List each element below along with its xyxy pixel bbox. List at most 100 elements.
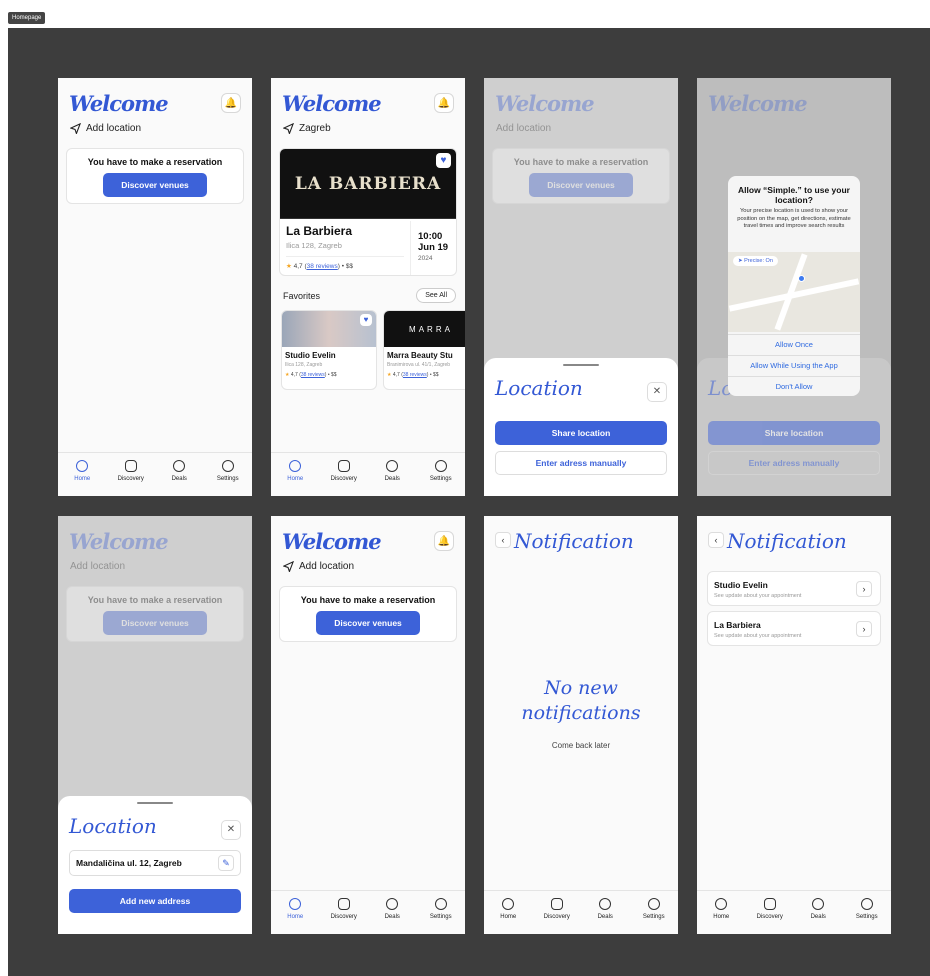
precise-toggle[interactable]: ➤ Precise: On xyxy=(733,256,778,266)
screen-notifications-list: ‹ Notification Studio Evelin See update … xyxy=(697,516,891,934)
discount-icon xyxy=(173,460,186,472)
navigation-arrow-icon xyxy=(70,123,81,134)
discount-icon xyxy=(386,460,399,472)
location-label: Add location xyxy=(299,561,355,572)
tab-deals[interactable]: Deals xyxy=(794,891,843,934)
notification-item[interactable]: La Barbiera See update about your appoin… xyxy=(707,611,881,646)
back-icon[interactable]: ‹ xyxy=(708,532,724,548)
edit-icon[interactable]: ✎ xyxy=(218,855,234,871)
location-selector[interactable]: Add location xyxy=(283,561,354,572)
allow-once-button[interactable]: Allow Once xyxy=(728,334,860,354)
tab-deals[interactable]: Deals xyxy=(368,453,417,496)
store-icon xyxy=(124,460,137,472)
reservation-card: You have to make a reservation Discover … xyxy=(66,148,244,204)
empty-state-title: No new notifications xyxy=(521,677,641,724)
see-all-button[interactable]: See All xyxy=(416,288,456,303)
sheet-handle[interactable] xyxy=(563,364,599,366)
tab-discovery[interactable]: Discovery xyxy=(746,891,795,934)
chevron-right-icon[interactable]: › xyxy=(856,621,872,637)
reviews-link[interactable]: 38 reviews xyxy=(307,263,338,270)
price-level: • $$ xyxy=(341,263,354,270)
tab-home[interactable]: Home xyxy=(697,891,746,934)
bell-icon[interactable]: 🔔 xyxy=(434,531,454,551)
tab-home[interactable]: Home xyxy=(58,453,107,496)
reservation-text: You have to make a reservation xyxy=(87,157,223,167)
home-icon xyxy=(289,898,302,910)
bell-icon[interactable]: 🔔 xyxy=(434,93,454,113)
enter-address-button[interactable]: Enter adress manually xyxy=(495,451,667,475)
bell-icon[interactable]: 🔔 xyxy=(221,93,241,113)
empty-state-subtitle: Come back later xyxy=(551,741,611,750)
booking-card[interactable]: LA BARBIERA ♥ La Barbiera Ilica 128, Zag… xyxy=(279,148,457,276)
discount-icon xyxy=(812,898,825,910)
close-icon[interactable]: ✕ xyxy=(647,382,667,402)
tab-deals[interactable]: Deals xyxy=(368,891,417,934)
rating-value: 4,7 xyxy=(293,263,303,270)
discover-venues-button[interactable]: Discover venues xyxy=(316,611,420,635)
venue-logo: MARRA xyxy=(409,324,453,334)
favorite-card[interactable]: MARRA Marra Beauty Stu Branimirova ul. 4… xyxy=(383,310,465,390)
sheet-handle[interactable] xyxy=(137,802,173,804)
dont-allow-button[interactable]: Don't Allow xyxy=(728,376,860,396)
tab-label: Settings xyxy=(429,914,452,920)
enter-address-button: Enter adress manually xyxy=(708,451,880,475)
tab-settings[interactable]: Settings xyxy=(843,891,892,934)
heart-icon[interactable]: ♥ xyxy=(436,153,451,168)
chevron-right-icon[interactable]: › xyxy=(856,581,872,597)
tab-home[interactable]: Home xyxy=(271,453,320,496)
back-icon[interactable]: ‹ xyxy=(495,532,511,548)
notification-item[interactable]: Studio Evelin See update about your appo… xyxy=(707,571,881,606)
saved-address-field[interactable]: Mandaličina ul. 12, Zagreb ✎ xyxy=(69,850,241,876)
tab-deals[interactable]: Deals xyxy=(155,453,204,496)
tab-settings[interactable]: Settings xyxy=(204,453,253,496)
tab-home[interactable]: Home xyxy=(484,891,533,934)
tab-label: Home xyxy=(74,476,91,482)
add-new-address-button[interactable]: Add new address xyxy=(69,889,241,913)
tab-discovery[interactable]: Discovery xyxy=(320,453,369,496)
tab-bar: Home Discovery Deals Settings xyxy=(271,890,465,934)
store-icon xyxy=(337,460,350,472)
favorite-name: Studio Evelin xyxy=(285,351,336,360)
tab-settings[interactable]: Settings xyxy=(630,891,679,934)
tab-bar: Home Discovery Deals Settings xyxy=(58,452,252,496)
tab-bar: Home Discovery Deals Settings xyxy=(484,890,678,934)
discover-venues-button[interactable]: Discover venues xyxy=(103,173,207,197)
favorites-title: Favorites xyxy=(283,291,321,301)
favorite-card[interactable]: ♥ Studio Evelin Ilica 128, Zagreb ★ 4,7 … xyxy=(281,310,377,390)
favorite-address: Ilica 128, Zagreb xyxy=(285,362,323,368)
location-map: ➤ Precise: On xyxy=(728,252,860,332)
arrow-icon: ➤ xyxy=(738,258,743,264)
discount-icon xyxy=(599,898,612,910)
heart-icon[interactable]: ♥ xyxy=(360,314,372,326)
discount-icon xyxy=(386,898,399,910)
screen-saved-address: Welcome Add location You have to make a … xyxy=(58,516,252,934)
booking-date: Jun 19 xyxy=(418,242,449,253)
tab-label: Settings xyxy=(429,476,452,482)
share-location-button[interactable]: Share location xyxy=(495,421,667,445)
tab-label: Settings xyxy=(642,914,665,920)
notification-subtitle: See update about your appointment xyxy=(714,593,802,599)
welcome-title: Welcome xyxy=(495,91,595,116)
gear-icon xyxy=(860,898,873,910)
favorite-address: Branimirova ul. 41/1, Zagreb xyxy=(387,362,451,368)
notification-name: La Barbiera xyxy=(714,620,761,630)
location-selector[interactable]: Zagreb xyxy=(283,123,331,134)
permission-dialog: Allow “Simple.” to use your location? Yo… xyxy=(728,176,860,396)
close-icon[interactable]: ✕ xyxy=(221,820,241,840)
tab-discovery[interactable]: Discovery xyxy=(107,453,156,496)
star-icon: ★ xyxy=(286,263,292,270)
tab-discovery[interactable]: Discovery xyxy=(533,891,582,934)
location-selector[interactable]: Add location xyxy=(70,123,141,134)
tab-discovery[interactable]: Discovery xyxy=(320,891,369,934)
tab-label: Discovery xyxy=(117,476,144,482)
tab-label: Settings xyxy=(216,476,239,482)
tab-settings[interactable]: Settings xyxy=(417,891,466,934)
tab-label: Deals xyxy=(597,914,613,920)
tab-deals[interactable]: Deals xyxy=(581,891,630,934)
location-label: Zagreb xyxy=(299,123,331,134)
venue-logo: LA BARBIERA xyxy=(294,173,442,194)
tab-settings[interactable]: Settings xyxy=(417,453,466,496)
tab-home[interactable]: Home xyxy=(271,891,320,934)
allow-while-using-button[interactable]: Allow While Using the App xyxy=(728,355,860,375)
tab-label: Deals xyxy=(171,476,187,482)
